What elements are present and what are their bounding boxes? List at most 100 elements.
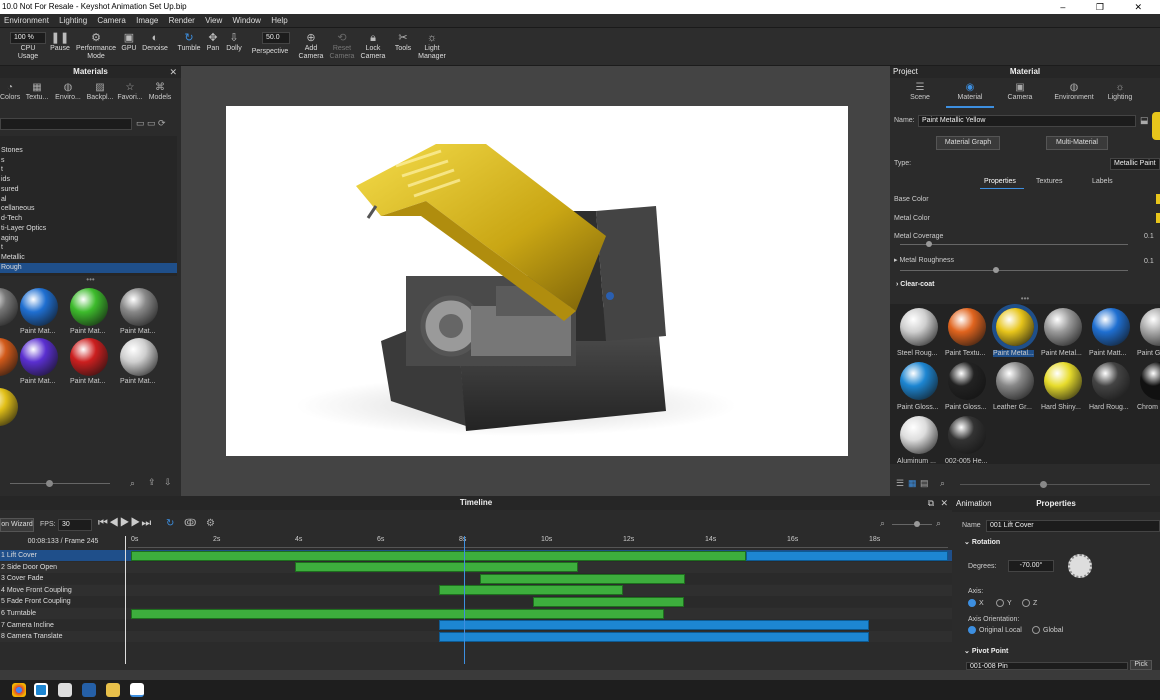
light-manager-button[interactable]: ☼ Light Manager bbox=[416, 31, 448, 65]
pause-button[interactable]: ❚❚ Pause bbox=[48, 31, 72, 65]
thumb-size-slider[interactable] bbox=[960, 484, 1150, 485]
clear-coat-section[interactable]: › Clear-coat bbox=[896, 281, 935, 288]
slider-handle[interactable] bbox=[926, 241, 932, 247]
subtab-textures[interactable]: Textures bbox=[1036, 178, 1062, 185]
track-bar[interactable] bbox=[295, 562, 578, 573]
material-name-input[interactable]: Paint Metallic Yellow bbox=[918, 115, 1136, 127]
playhead[interactable] bbox=[464, 536, 466, 664]
track-bar[interactable] bbox=[532, 596, 685, 607]
linkedin-icon[interactable] bbox=[82, 683, 96, 697]
material-swatch[interactable] bbox=[1092, 308, 1130, 346]
tab-lighting[interactable]: ☼ Lighting bbox=[1100, 82, 1140, 101]
tab-backplates[interactable]: ▨ Backpl... bbox=[86, 82, 114, 101]
material-thumbnail[interactable] bbox=[0, 288, 18, 326]
splitter-handle[interactable]: ••• bbox=[0, 276, 181, 285]
timeline-track[interactable]: 7 Camera Incline bbox=[0, 619, 952, 631]
material-swatch[interactable] bbox=[1092, 362, 1130, 400]
tab-models[interactable]: ⌘ Models bbox=[146, 82, 174, 101]
tab-environments[interactable]: ◍ Enviro... bbox=[54, 82, 82, 101]
time-ruler[interactable]: 0s 2s 4s 6s 8s 10s 12s 14s 16s 18s bbox=[128, 536, 948, 548]
track-bar[interactable] bbox=[438, 585, 623, 596]
timeline-track[interactable]: 8 Camera Translate bbox=[0, 631, 952, 643]
tree-item[interactable]: s bbox=[0, 156, 177, 166]
material-swatch[interactable] bbox=[948, 416, 986, 454]
material-thumbnail[interactable] bbox=[120, 288, 158, 326]
subtab-properties[interactable]: Properties bbox=[984, 178, 1016, 185]
tab-environment[interactable]: ◍ Environment bbox=[1046, 82, 1102, 101]
tree-item[interactable]: ti-Layer Optics bbox=[0, 224, 177, 234]
download-icon[interactable]: ⇩ bbox=[164, 477, 172, 488]
render-view[interactable] bbox=[226, 106, 848, 456]
window-controls[interactable]: – ❐ ✕ bbox=[1060, 0, 1156, 14]
loop-icon[interactable]: ↻ bbox=[166, 518, 174, 529]
keyshot-icon[interactable] bbox=[34, 683, 48, 697]
metal-roughness-slider[interactable] bbox=[900, 270, 1128, 271]
thumb-size-slider[interactable] bbox=[10, 483, 110, 484]
gpu-button[interactable]: ▣ GPU bbox=[120, 31, 138, 65]
menu-help[interactable]: Help bbox=[267, 14, 291, 28]
add-camera-button[interactable]: ⊕ Add Camera bbox=[296, 31, 326, 65]
tree-item[interactable]: t bbox=[0, 165, 177, 175]
timeline-track[interactable]: 2 Side Door Open bbox=[0, 561, 952, 573]
track-bar[interactable] bbox=[438, 631, 869, 642]
motion-blur-icon[interactable]: ↂ bbox=[184, 518, 196, 529]
material-thumbnail[interactable] bbox=[20, 338, 58, 376]
tree-item[interactable]: t bbox=[0, 243, 177, 253]
metal-color-swatch[interactable] bbox=[1156, 213, 1160, 223]
timeline-track[interactable]: 1 Lift Cover bbox=[0, 550, 952, 561]
slider-handle[interactable] bbox=[1040, 481, 1047, 488]
track-bar[interactable] bbox=[479, 573, 685, 584]
material-swatch[interactable] bbox=[1044, 362, 1082, 400]
type-select[interactable]: Metallic Paint bbox=[1110, 158, 1160, 170]
radio-z[interactable] bbox=[1022, 599, 1030, 607]
menu-window[interactable]: Window bbox=[229, 14, 265, 28]
save-icon[interactable]: ⬓ bbox=[1140, 115, 1149, 126]
animation-wizard-button[interactable]: on Wizard bbox=[0, 518, 34, 532]
grid-view-icon[interactable]: ▦ bbox=[908, 478, 917, 489]
menu-render[interactable]: Render bbox=[165, 14, 199, 28]
tree-item[interactable]: Metallic bbox=[0, 253, 177, 263]
library-search-input[interactable] bbox=[0, 118, 132, 130]
zoom-out-icon[interactable]: ⌕ bbox=[880, 518, 885, 529]
orient-local-radio[interactable]: Original Local bbox=[968, 626, 1022, 634]
tools-button[interactable]: ✂ Tools bbox=[392, 31, 414, 65]
search-icon[interactable]: ⌕ bbox=[130, 478, 135, 489]
zoom-slider[interactable] bbox=[892, 524, 932, 525]
material-swatch[interactable] bbox=[948, 362, 986, 400]
tree-item[interactable]: d-Tech bbox=[0, 214, 177, 224]
material-swatch[interactable] bbox=[996, 308, 1034, 346]
zoom-field[interactable]: 100 % bbox=[10, 32, 46, 44]
performance-mode-button[interactable]: ⚙ Performance Mode bbox=[74, 31, 118, 65]
rotation-section[interactable]: ⌄ Rotation bbox=[964, 538, 1000, 546]
menu-lighting[interactable]: Lighting bbox=[55, 14, 91, 28]
rotation-dial[interactable] bbox=[1068, 554, 1092, 578]
metal-coverage-value[interactable]: 0.1 bbox=[1144, 233, 1154, 240]
radio-y[interactable] bbox=[996, 599, 1004, 607]
track-bar[interactable] bbox=[131, 550, 746, 561]
timeline-track[interactable]: 4 Move Front Coupling bbox=[0, 584, 952, 596]
menu-environment[interactable]: Environment bbox=[0, 14, 53, 28]
menu-view[interactable]: View bbox=[201, 14, 226, 28]
timeline-track[interactable]: 5 Fade Front Coupling bbox=[0, 596, 952, 608]
slider-handle[interactable] bbox=[46, 480, 53, 487]
tree-item[interactable]: Rough bbox=[0, 262, 177, 273]
tree-item[interactable]: cellaneous bbox=[0, 204, 177, 214]
pivot-input[interactable]: 001-008 Pin bbox=[966, 662, 1128, 670]
axis-z-radio[interactable]: Z bbox=[1022, 599, 1037, 607]
material-swatch[interactable] bbox=[900, 308, 938, 346]
pan-button[interactable]: ✥ Pan bbox=[204, 31, 222, 65]
tab-textures[interactable]: ▦ Textu... bbox=[24, 82, 50, 101]
close-icon[interactable]: ✕ bbox=[940, 498, 948, 509]
start-marker[interactable] bbox=[125, 536, 126, 664]
list-view-icon[interactable]: ☰ bbox=[896, 478, 904, 489]
pivot-section[interactable]: ⌄ Pivot Point bbox=[964, 647, 1008, 655]
metal-roughness-value[interactable]: 0.1 bbox=[1144, 258, 1154, 265]
settings-icon[interactable]: ⚙ bbox=[206, 518, 215, 529]
chrome-icon[interactable] bbox=[12, 683, 26, 697]
tree-item[interactable]: Stones bbox=[0, 146, 177, 156]
material-thumbnail[interactable] bbox=[20, 288, 58, 326]
material-thumbnail[interactable] bbox=[0, 338, 18, 376]
orient-global-radio[interactable]: Global bbox=[1032, 626, 1063, 634]
tab-scene[interactable]: ☰ Scene bbox=[896, 82, 944, 101]
axis-x-radio[interactable]: X bbox=[968, 599, 984, 607]
